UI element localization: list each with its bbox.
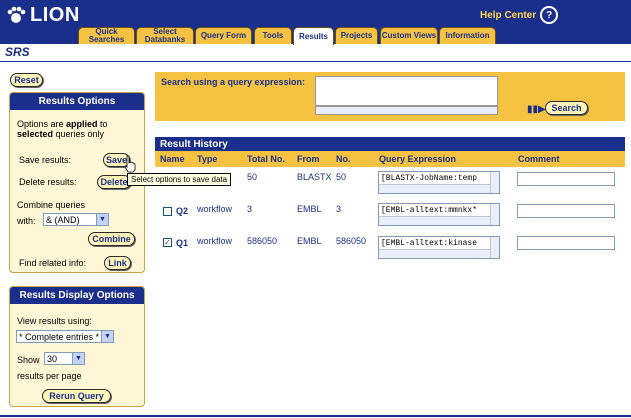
query-expression-label: Search using a query expression: xyxy=(161,77,306,87)
row2-type: workflow xyxy=(197,204,233,214)
col-header-name: Name xyxy=(160,154,185,164)
vertical-scrollbar[interactable] xyxy=(490,204,499,225)
row1-no: 50 xyxy=(336,172,347,182)
row3-query-expression[interactable]: [EMBL-alltext:kinase xyxy=(378,236,500,259)
vertical-scrollbar[interactable] xyxy=(490,237,499,258)
link-button[interactable]: Link xyxy=(104,256,131,270)
options-info-line1: Options are applied to xyxy=(17,119,108,129)
per-page-label: results per page xyxy=(17,371,82,381)
chevron-down-icon: ▼ xyxy=(96,214,108,225)
row3-type: workflow xyxy=(197,236,233,246)
row1-query-expression[interactable]: [BLASTX-JobName:temp xyxy=(378,171,500,194)
col-header-comment: Comment xyxy=(518,154,560,164)
show-label: Show xyxy=(17,355,40,365)
vertical-scrollbar[interactable] xyxy=(490,172,499,193)
result-history-title: Result History xyxy=(155,137,625,151)
col-header-type: Type xyxy=(197,154,218,164)
save-results-label: Save results: xyxy=(19,155,72,165)
tab-projects[interactable]: Projects xyxy=(335,27,378,44)
chevron-down-icon: ▼ xyxy=(101,331,113,342)
row2-name: Q2 xyxy=(176,206,189,216)
bottom-divider xyxy=(0,415,631,417)
save-tooltip: Select options to save data xyxy=(127,173,232,186)
row3-comment-input[interactable] xyxy=(517,236,615,250)
view-results-label: View results using: xyxy=(17,316,92,326)
row2-from: EMBL xyxy=(297,204,322,214)
query-expression-input[interactable] xyxy=(315,76,498,106)
row2-no: 3 xyxy=(336,204,342,214)
row1-total: 50 xyxy=(247,172,258,182)
delete-results-label: Delete results: xyxy=(19,177,77,187)
col-header-total: Total No. xyxy=(247,154,285,164)
row3-from: EMBL xyxy=(297,236,322,246)
tab-query-form[interactable]: Query Form xyxy=(195,27,252,44)
tab-quick-searches[interactable]: Quick Searches xyxy=(78,27,135,44)
display-options-title: Results Display Options xyxy=(10,287,144,304)
rerun-query-button[interactable]: Rerun Query xyxy=(42,389,111,403)
row3-no: 586050 xyxy=(336,236,367,246)
row3-checkbox[interactable]: ✓ xyxy=(163,238,172,247)
help-icon: ? xyxy=(540,6,559,24)
help-center-link[interactable]: Help Center ? xyxy=(480,6,559,24)
tab-select-databanks[interactable]: Select Databanks xyxy=(136,27,194,44)
lion-logo[interactable]: LION xyxy=(6,4,80,26)
paw-icon xyxy=(7,6,26,23)
results-per-page-select[interactable]: 30 ▼ xyxy=(44,352,85,365)
results-options-title: Results Options xyxy=(10,93,144,110)
arrow-right-icon: ▮▮▶ xyxy=(527,104,546,115)
tab-custom-views[interactable]: Custom Views xyxy=(380,27,438,44)
section-bar xyxy=(0,44,631,62)
tab-results[interactable]: Results xyxy=(293,27,334,45)
row1-from: BLASTX xyxy=(297,172,332,182)
horizontal-scrollbar[interactable] xyxy=(379,216,491,225)
row3-total: 586050 xyxy=(247,236,278,246)
col-header-no: No. xyxy=(336,154,351,164)
delete-button[interactable]: Delete xyxy=(97,175,131,189)
col-header-query-expression: Query Expression xyxy=(379,154,457,164)
help-label: Help Center xyxy=(480,9,537,21)
tab-information[interactable]: Information xyxy=(439,27,496,44)
combine-button[interactable]: Combine xyxy=(88,232,135,246)
horizontal-scrollbar[interactable] xyxy=(379,249,491,258)
hand-cursor-icon xyxy=(124,155,136,173)
tab-tools[interactable]: Tools xyxy=(254,27,292,44)
section-title: SRS xyxy=(5,45,30,59)
row2-checkbox[interactable] xyxy=(163,207,172,216)
row2-comment-input[interactable] xyxy=(517,204,615,218)
with-label: with: xyxy=(17,216,36,226)
reset-button[interactable]: Reset xyxy=(10,73,43,87)
row1-comment-input[interactable] xyxy=(517,172,615,186)
row2-total: 3 xyxy=(247,204,253,214)
search-button[interactable]: Search xyxy=(545,101,588,115)
query-horizontal-scrollbar[interactable] xyxy=(315,106,498,115)
row3-name: Q1 xyxy=(176,238,189,248)
find-related-label: Find related info: xyxy=(19,258,87,268)
combine-queries-label: Combine queries xyxy=(17,200,86,210)
logo-text: LION xyxy=(30,3,80,26)
view-results-select[interactable]: * Complete entries * ▼ xyxy=(16,330,114,343)
row2-query-expression[interactable]: [EMBL-alltext:mmnkx* xyxy=(378,203,500,226)
col-header-from: From xyxy=(297,154,320,164)
horizontal-scrollbar[interactable] xyxy=(379,184,491,193)
combine-operator-select[interactable]: & (AND) ▼ xyxy=(43,213,109,226)
chevron-down-icon: ▼ xyxy=(72,353,84,364)
options-info-line2: selected queries only xyxy=(17,129,105,139)
